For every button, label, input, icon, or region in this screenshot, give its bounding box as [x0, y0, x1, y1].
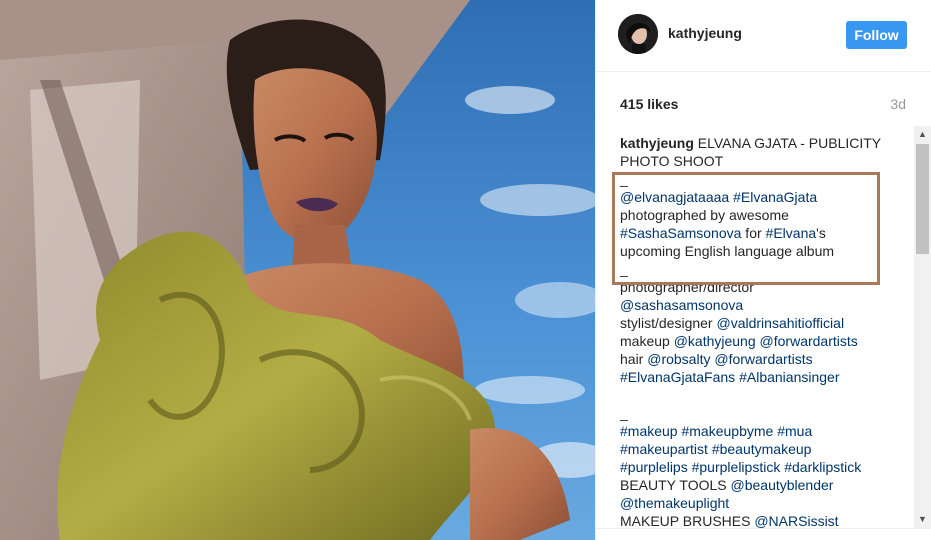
hashtag-link[interactable]: #purplelipstick [692, 459, 781, 475]
mention-link[interactable]: @forwardartists [714, 351, 812, 367]
caption-line: #makeup #makeupbyme #mua [620, 422, 888, 440]
chevron-up-icon[interactable]: ▲ [914, 126, 931, 143]
caption-line: MAKEUP BRUSHES @NARSissist [620, 512, 888, 528]
caption-line: @sashasamsonova [620, 296, 888, 314]
author-username-link[interactable]: kathyjeung [668, 25, 742, 41]
caption-line: photographed by awesome [620, 206, 888, 224]
hashtag-link[interactable]: #darklipstick [784, 459, 861, 475]
caption-line: photographer/director [620, 278, 888, 296]
caption-text-run: 's [816, 225, 826, 241]
caption-text-run: stylist/designer [620, 315, 717, 331]
mention-link[interactable]: @elvanagjataaaa [620, 189, 729, 205]
hashtag-link[interactable]: #makeupartist [620, 441, 708, 457]
scrollbar-thumb[interactable] [916, 144, 929, 254]
caption-text: kathyjeung ELVANA GJATA - PUBLICITY PHOTO… [620, 134, 888, 528]
post-meta: 415 likes 3d [596, 90, 931, 120]
mention-link[interactable]: @themakeuplight [620, 495, 729, 511]
hashtag-link[interactable]: #beautymakeup [712, 441, 812, 457]
follow-button[interactable]: Follow [846, 21, 907, 49]
caption-line: #SashaSamsonova for #Elvana's [620, 224, 888, 242]
caption-text-run: PHOTO SHOOT [620, 153, 724, 169]
caption-line: kathyjeung ELVANA GJATA - PUBLICITY [620, 134, 888, 152]
divider [596, 528, 931, 529]
caption-text-run: _ [620, 405, 628, 421]
caption-line: upcoming English language album [620, 242, 888, 260]
caption-text-run: photographed by awesome [620, 207, 789, 223]
caption-text-run: _ [620, 171, 628, 187]
post-age[interactable]: 3d [890, 96, 906, 112]
caption-line: #purplelips #purplelipstick #darklipstic… [620, 458, 888, 476]
hashtag-link[interactable]: #makeup [620, 423, 678, 439]
caption-author-link[interactable]: kathyjeung [620, 135, 694, 151]
like-count[interactable]: 415 likes [620, 96, 678, 112]
hashtag-link[interactable]: #Albaniansinger [739, 369, 839, 385]
hashtag-link[interactable]: #purplelips [620, 459, 688, 475]
caption-line: PHOTO SHOOT [620, 152, 888, 170]
caption-text-run: for [741, 225, 766, 241]
caption-scrollbar[interactable]: ▲ ▼ [914, 126, 931, 528]
hashtag-link[interactable]: #Elvana [766, 225, 817, 241]
caption-line: _ [620, 404, 888, 422]
hashtag-link[interactable]: #ElvanaGjataFans [620, 369, 735, 385]
caption-text-run: photographer/director [620, 279, 754, 295]
caption-line: @themakeuplight [620, 494, 888, 512]
caption-text-run: upcoming English language album [620, 243, 835, 259]
caption-line: makeup @kathyjeung @forwardartists [620, 332, 888, 350]
caption-line: @elvanagjataaaa #ElvanaGjata [620, 188, 888, 206]
caption-line: hair @robsalty @forwardartists [620, 350, 888, 368]
mention-link[interactable]: @kathyjeung [674, 333, 756, 349]
mention-link[interactable]: @sashasamsonova [620, 297, 743, 313]
post-header: kathyjeung Follow [596, 0, 931, 72]
hashtag-link[interactable]: #mua [777, 423, 812, 439]
caption-line: #ElvanaGjataFans #Albaniansinger [620, 368, 888, 386]
hashtag-link[interactable]: #ElvanaGjata [733, 189, 817, 205]
portrait-image [0, 0, 595, 540]
mention-link[interactable]: @beautyblender [731, 477, 834, 493]
mention-link[interactable]: @forwardartists [760, 333, 858, 349]
post-sidebar: kathyjeung Follow 415 likes 3d kathyjeun… [595, 0, 931, 540]
caption-text-run: _ [620, 261, 628, 277]
post-photo[interactable] [0, 0, 595, 540]
caption-text-run: makeup [620, 333, 674, 349]
avatar[interactable] [618, 14, 658, 54]
caption-text-run: ELVANA GJATA - PUBLICITY [693, 135, 882, 151]
caption-line: stylist/designer @valdrinsahitiofficial [620, 314, 888, 332]
caption-text-run: MAKEUP BRUSHES [620, 513, 755, 528]
caption-area: kathyjeung ELVANA GJATA - PUBLICITY PHOTO… [596, 128, 916, 528]
mention-link[interactable]: @robsalty [647, 351, 710, 367]
avatar-image [618, 14, 658, 54]
hashtag-link[interactable]: #makeupbyme [681, 423, 773, 439]
caption-line: BEAUTY TOOLS @beautyblender [620, 476, 888, 494]
hashtag-link[interactable]: #SashaSamsonova [620, 225, 741, 241]
caption-text-run: BEAUTY TOOLS [620, 477, 731, 493]
caption-line: _ [620, 260, 888, 278]
mention-link[interactable]: @NARSissist [754, 513, 838, 528]
caption-text-run: hair [620, 351, 648, 367]
mention-link[interactable]: @valdrinsahitiofficial [716, 315, 844, 331]
chevron-down-icon[interactable]: ▼ [914, 511, 931, 528]
caption-line: #makeupartist #beautymakeup [620, 440, 888, 458]
caption-line: _ [620, 170, 888, 188]
